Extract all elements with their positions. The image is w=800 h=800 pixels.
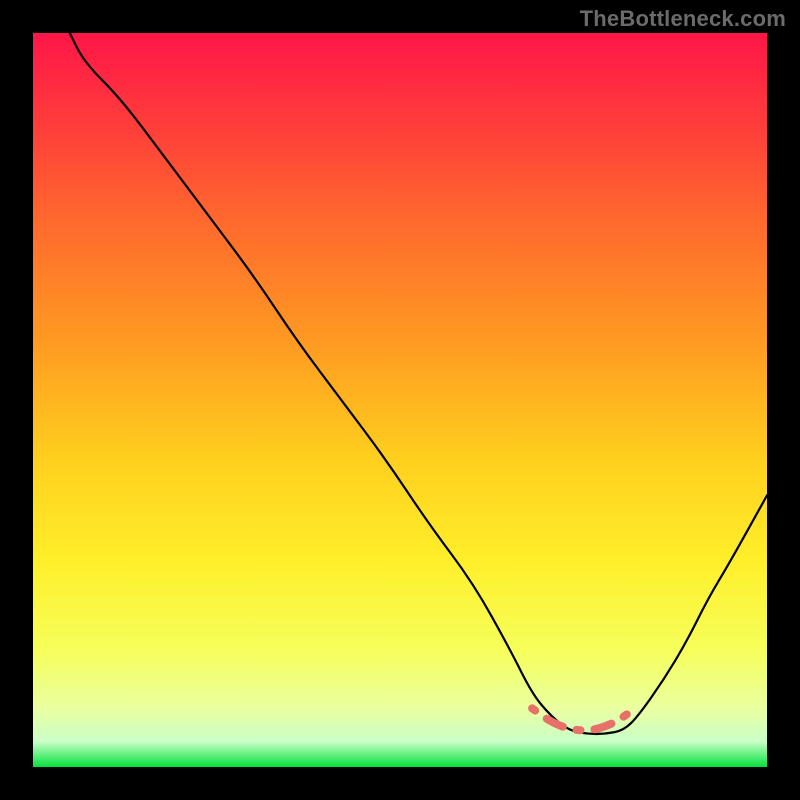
chart-stage: TheBottleneck.com — [0, 0, 800, 800]
plot-area — [33, 33, 767, 767]
gradient-rect — [33, 33, 767, 767]
gradient-backdrop — [33, 33, 767, 767]
watermark-label: TheBottleneck.com — [580, 6, 786, 32]
